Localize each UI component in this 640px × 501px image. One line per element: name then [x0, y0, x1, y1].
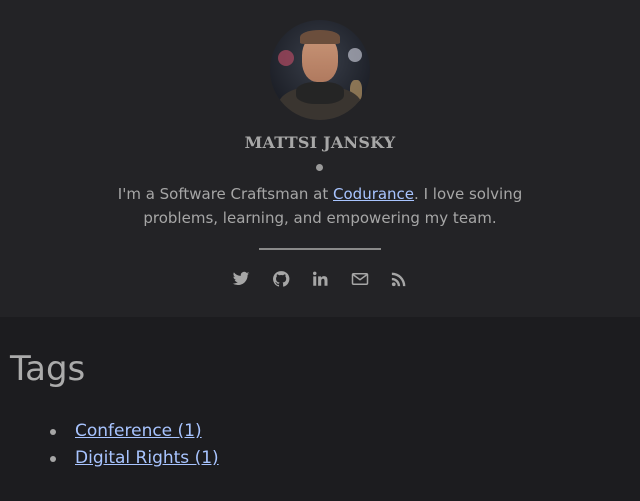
- divider: [259, 248, 381, 250]
- separator-dot: [316, 164, 323, 171]
- avatar: [270, 20, 370, 120]
- rss-icon[interactable]: [388, 268, 410, 290]
- social-links: [230, 268, 410, 290]
- profile-header: MATTSI JANSKY I'm a Software Craftsman a…: [0, 0, 640, 317]
- bullet: [50, 456, 56, 462]
- tag-link-conference[interactable]: Conference (1): [75, 418, 202, 445]
- twitter-icon[interactable]: [230, 268, 252, 290]
- profile-name: MATTSI JANSKY: [244, 133, 396, 152]
- profile-bio: I'm a Software Craftsman at Codurance. I…: [80, 182, 560, 230]
- bio-text-before: I'm a Software Craftsman at: [117, 185, 334, 203]
- envelope-icon[interactable]: [349, 268, 371, 290]
- tag-link-digital-rights[interactable]: Digital Rights (1): [75, 445, 219, 472]
- bullet: [50, 429, 56, 435]
- page-title: Tags: [10, 349, 86, 389]
- linkedin-icon[interactable]: [309, 268, 331, 290]
- codurance-link[interactable]: Codurance: [333, 185, 414, 203]
- github-icon[interactable]: [270, 268, 292, 290]
